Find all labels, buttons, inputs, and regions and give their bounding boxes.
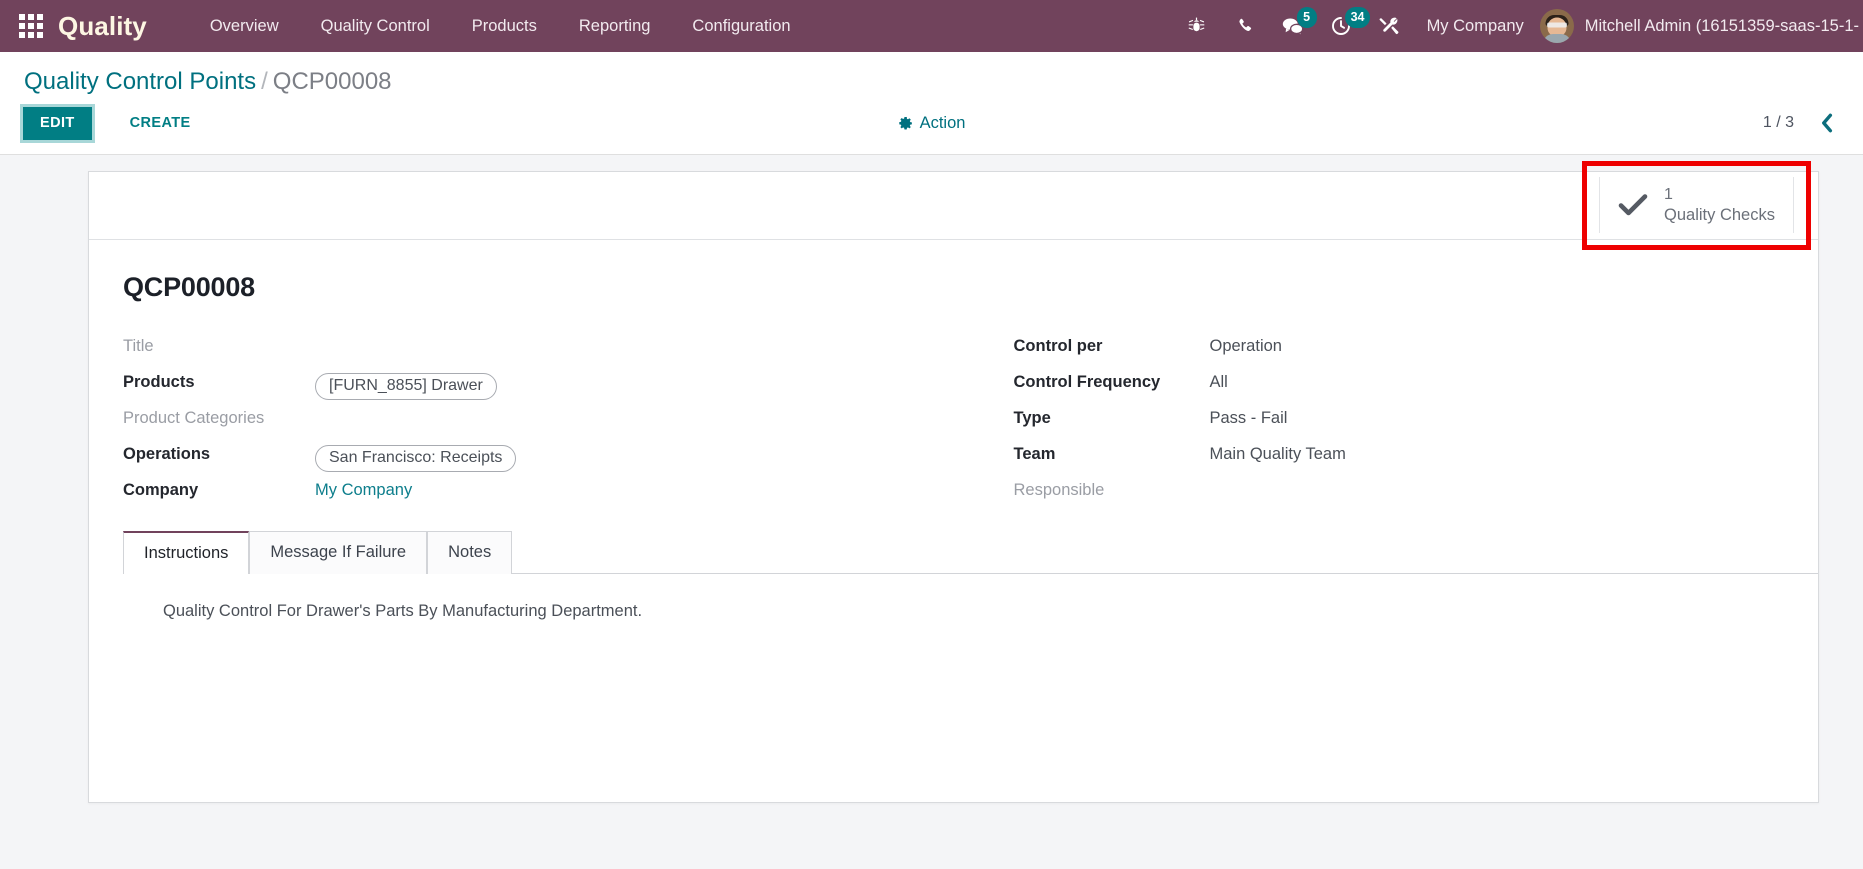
field-value-control-per[interactable]: Operation (1210, 331, 1282, 356)
field-value-type[interactable]: Pass - Fail (1210, 403, 1288, 428)
nav-item-reporting[interactable]: Reporting (558, 0, 672, 52)
pager-previous-button[interactable] (1818, 112, 1841, 134)
field-responsible: Responsible (1014, 475, 1785, 511)
tools-icon-button[interactable] (1365, 0, 1413, 52)
navbar-right-group: 5 34 My Company Mitchell Admin (16151359… (1173, 0, 1863, 52)
breadcrumb-separator: / (261, 68, 268, 95)
field-value-operations: San Francisco: Receipts (315, 439, 517, 472)
tab-message-if-failure[interactable]: Message If Failure (249, 530, 428, 574)
check-icon (1618, 192, 1648, 218)
field-value-control-frequency[interactable]: All (1210, 367, 1228, 392)
field-label-title: Title (123, 336, 154, 355)
nav-item-overview[interactable]: Overview (189, 0, 300, 52)
activities-icon-button[interactable]: 34 (1317, 0, 1371, 52)
pager-counter[interactable]: 1 / 3 (1763, 114, 1794, 132)
top-navbar: Quality Overview Quality Control Product… (0, 0, 1863, 52)
nav-item-quality-control[interactable]: Quality Control (300, 0, 451, 52)
notebook-tabs: Instructions Message If Failure Notes (123, 530, 1818, 574)
field-team: Team Main Quality Team (1014, 439, 1785, 475)
action-menu-label: Action (919, 113, 966, 132)
field-title: Title (123, 331, 954, 367)
field-value-team[interactable]: Main Quality Team (1210, 439, 1346, 464)
nav-item-configuration[interactable]: Configuration (671, 0, 811, 52)
edit-button[interactable]: EDIT (20, 103, 95, 143)
tab-instructions[interactable]: Instructions (123, 530, 250, 574)
form-sheet: 1 Quality Checks QCP00008 Title Products (88, 160, 1819, 803)
company-switcher[interactable]: My Company (1413, 0, 1540, 52)
nav-item-products[interactable]: Products (451, 0, 558, 52)
field-label-responsible: Responsible (1013, 480, 1105, 499)
control-panel: Quality Control Points / QCP00008 EDIT CRE… (0, 52, 1863, 155)
tab-pane-instructions: Quality Control For Drawer's Parts By Ma… (123, 574, 1818, 621)
content-area: 1 Quality Checks QCP00008 Title Products (0, 154, 1863, 862)
user-menu[interactable]: Mitchell Admin (16151359-saas-15-1- (1539, 0, 1863, 52)
bug-icon (1188, 17, 1205, 32)
field-label-product-categories: Product Categories (123, 408, 265, 427)
quality-checks-stat-button[interactable]: 1 Quality Checks (1599, 177, 1794, 234)
tag-product[interactable]: [FURN_8855] Drawer (315, 372, 497, 400)
form-column-right: Control per Operation Control Frequency … (954, 331, 1785, 511)
form-column-left: Title Products [FURN_8855] Drawer Produc… (123, 331, 954, 511)
breadcrumb-current: QCP00008 (272, 68, 392, 95)
tag-operation[interactable]: San Francisco: Receipts (315, 444, 517, 472)
tab-notes[interactable]: Notes (427, 530, 513, 574)
record-title: QCP00008 (123, 271, 255, 302)
field-type: Type Pass - Fail (1014, 403, 1785, 439)
instructions-text[interactable]: Quality Control For Drawer's Parts By Ma… (163, 602, 1818, 621)
field-product-categories: Product Categories (123, 403, 954, 439)
field-label-team: Team (1013, 444, 1056, 463)
avatar (1539, 9, 1574, 43)
stat-text-block: 1 Quality Checks (1664, 185, 1775, 225)
field-value-products: [FURN_8855] Drawer (315, 367, 497, 400)
field-label-type: Type (1013, 408, 1051, 427)
breadcrumb: Quality Control Points / QCP00008 (0, 52, 1863, 101)
field-value-company[interactable]: My Company (315, 475, 412, 500)
breadcrumb-root-link[interactable]: Quality Control Points (24, 68, 256, 95)
quality-checks-label: Quality Checks (1664, 205, 1775, 224)
action-menu-button[interactable]: Action (898, 113, 966, 133)
field-operations: Operations San Francisco: Receipts (123, 439, 954, 475)
phone-icon (1238, 18, 1251, 31)
field-control-per: Control per Operation (1014, 331, 1785, 367)
notebook: Instructions Message If Failure Notes Qu… (89, 530, 1818, 621)
field-label-control-per: Control per (1013, 336, 1103, 355)
quality-checks-count: 1 (1664, 186, 1673, 204)
phone-icon-button[interactable] (1221, 0, 1269, 52)
stat-button-wrapper: 1 Quality Checks (1582, 160, 1811, 250)
field-control-frequency: Control Frequency All (1014, 367, 1785, 403)
apps-grid-icon (19, 14, 43, 38)
bug-icon-button[interactable] (1173, 0, 1221, 52)
gear-icon (898, 116, 912, 130)
create-button[interactable]: CREATE (114, 107, 207, 140)
chevron-left-icon (1822, 113, 1833, 133)
user-name-label: Mitchell Admin (16151359-saas-15-1- (1584, 16, 1859, 35)
tools-icon (1379, 17, 1398, 35)
field-company: Company My Company (123, 475, 954, 511)
messages-badge: 5 (1296, 7, 1317, 28)
field-label-company: Company (123, 480, 199, 499)
pager: 1 / 3 (1763, 112, 1841, 134)
apps-menu-button[interactable] (8, 0, 54, 52)
field-label-control-frequency: Control Frequency (1013, 372, 1161, 391)
field-label-operations: Operations (123, 444, 211, 463)
form-body: QCP00008 Title Products [FURN_8855] Draw… (89, 240, 1818, 511)
control-panel-buttons: EDIT CREATE Action 1 / 3 (0, 101, 1863, 154)
stat-button-row: 1 Quality Checks (89, 160, 1818, 250)
messages-icon-button[interactable]: 5 (1269, 0, 1317, 52)
field-label-products: Products (123, 372, 195, 391)
form-columns: Title Products [FURN_8855] Drawer Produc… (123, 331, 1784, 511)
field-products: Products [FURN_8855] Drawer (123, 367, 954, 403)
app-brand-quality[interactable]: Quality (58, 11, 147, 42)
